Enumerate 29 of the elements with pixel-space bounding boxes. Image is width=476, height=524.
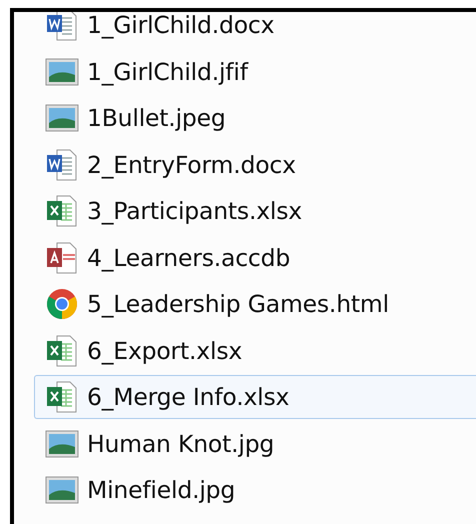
file-name: 4_Learners.accdb [87, 244, 290, 272]
file-name: 6_Export.xlsx [87, 336, 242, 364]
file-item[interactable]: 6_Merge Info.xlsx [34, 375, 476, 419]
file-item[interactable]: 4_Learners.accdb [34, 236, 476, 280]
file-item[interactable]: 1Bullet.jpeg [34, 96, 476, 140]
file-item[interactable]: Minefield.jpg [34, 468, 476, 512]
spreadsheet-icon [45, 334, 79, 368]
word-document-icon [45, 12, 79, 42]
file-item[interactable]: Human Knot.jpg [34, 422, 476, 466]
word-document-icon [45, 148, 79, 182]
spreadsheet-icon [45, 194, 79, 228]
file-item[interactable]: 6_Export.xlsx [34, 328, 476, 372]
file-item[interactable]: 1_GirlChild.docx [34, 12, 476, 47]
file-name: Human Knot.jpg [87, 430, 274, 458]
file-name: 1_GirlChild.docx [87, 12, 274, 39]
file-item[interactable]: 3_Participants.xlsx [34, 189, 476, 233]
file-name: 1_GirlChild.jfif [87, 58, 248, 86]
file-item[interactable]: 5_Leadership Games.html [34, 282, 476, 326]
file-name: 1Bullet.jpeg [87, 104, 226, 132]
file-name: Minefield.jpg [87, 476, 236, 504]
file-name: 5_Leadership Games.html [87, 290, 389, 318]
file-name: 6_Merge Info.xlsx [87, 383, 290, 411]
browser-icon [45, 287, 79, 321]
database-file-icon [45, 240, 79, 274]
file-name: 2_EntryForm.docx [87, 150, 296, 178]
file-name: 3_Participants.xlsx [87, 197, 302, 225]
file-item[interactable]: 2_EntryForm.docx [34, 142, 476, 186]
file-item[interactable]: 1_GirlChild.jfif [34, 50, 476, 94]
spreadsheet-icon [45, 380, 79, 414]
